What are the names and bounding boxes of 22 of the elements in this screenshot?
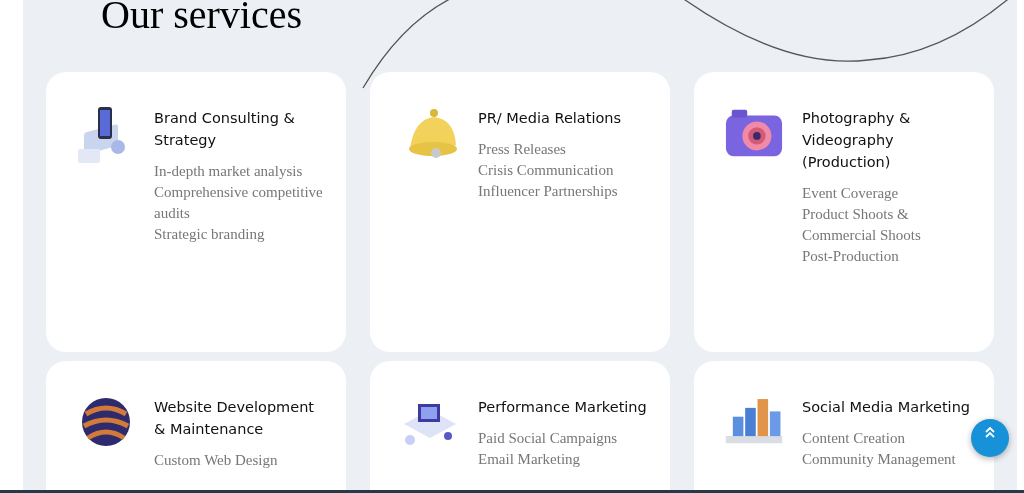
- service-item: Custom Web Design: [154, 451, 279, 470]
- service-item: Strategic branding: [154, 225, 266, 244]
- service-item: Content Creation: [802, 429, 906, 448]
- service-item: In-depth market analysis: [154, 162, 304, 181]
- service-item: Community Management: [802, 450, 957, 469]
- service-title: Photography & Videography (Production): [802, 109, 912, 172]
- service-item: Email Marketing: [478, 450, 582, 469]
- service-item: Paid Social Campaigns: [478, 429, 619, 448]
- service-title: Performance Marketing: [478, 398, 647, 417]
- service-item: Press Releases: [478, 140, 567, 159]
- section-heading: Our services: [100, 0, 303, 30]
- service-item: Product Shoots & Commercial Shoots: [802, 205, 922, 245]
- service-item: Event Coverage: [802, 184, 900, 203]
- service-title: Social Media Marketing: [802, 398, 971, 417]
- service-item: Crisis Communication: [478, 161, 615, 180]
- service-item: Influencer Partnerships: [478, 182, 619, 201]
- service-item: Post-Production: [802, 247, 900, 266]
- service-title: Brand Consulting & Strategy: [154, 109, 296, 150]
- service-title: PR/ Media Relations: [478, 109, 622, 128]
- service-title: Website Development & Maintenance: [154, 398, 316, 439]
- service-item: Comprehensive competitive audits: [154, 183, 324, 223]
- double-chevron-up-icon: [984, 426, 996, 438]
